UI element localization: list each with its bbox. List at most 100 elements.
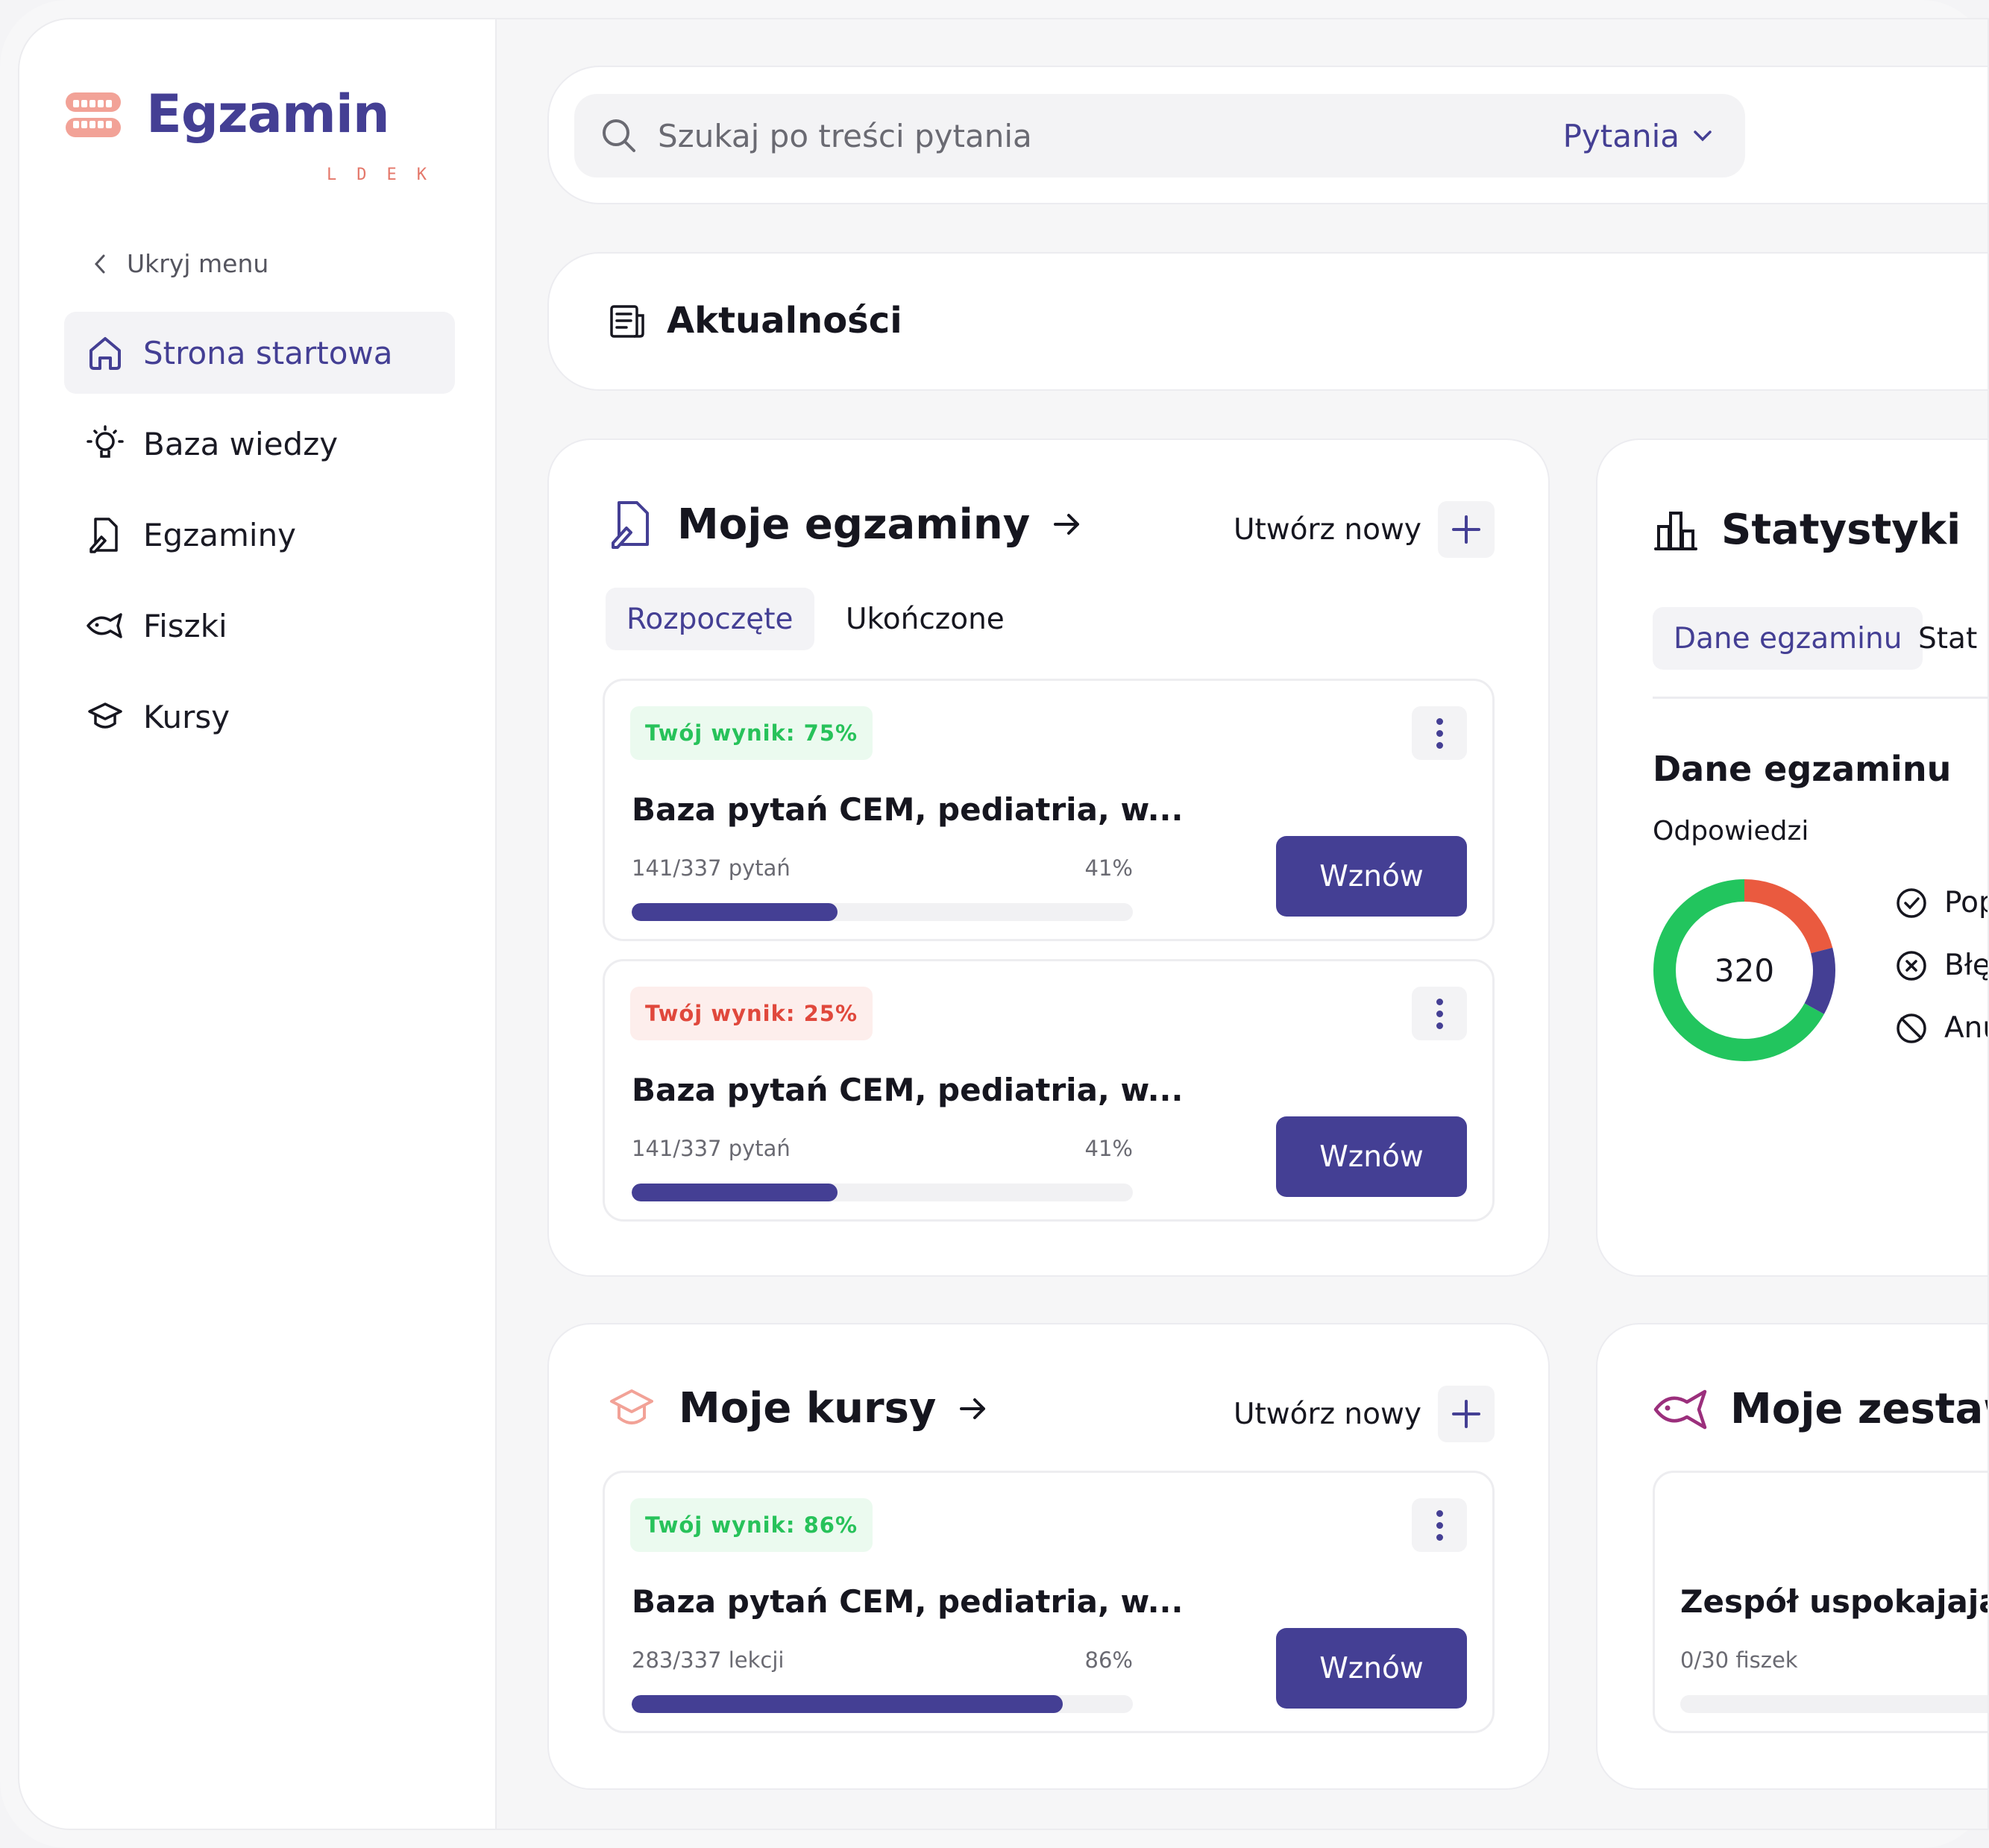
- progress-fill: [632, 903, 838, 921]
- sidebar-item-label: Egzaminy: [143, 516, 297, 553]
- legend-label: Błęd: [1944, 949, 1989, 982]
- legend-label: Popr: [1944, 886, 1988, 920]
- progress-percent: 41%: [1084, 855, 1133, 881]
- create-exam-label: Utwórz nowy: [1233, 512, 1421, 547]
- progress-count: 141/337 pytań: [632, 1136, 791, 1161]
- sidebar-item-flashcards[interactable]: Fiszki: [64, 585, 455, 667]
- search-scope-label: Pytania: [1562, 117, 1680, 154]
- create-course-label: Utwórz nowy: [1233, 1397, 1421, 1431]
- exam-data-title: Dane egzaminu: [1653, 749, 1952, 789]
- my-courses-title: Moje kursy: [679, 1384, 937, 1433]
- fish-icon: [1653, 1389, 1707, 1430]
- legend-correct: Popr: [1895, 886, 1988, 920]
- progress-count: 141/337 pytań: [632, 855, 791, 881]
- sidebar-item-label: Strona startowa: [143, 334, 393, 371]
- sidebar-item-home[interactable]: Strona startowa: [64, 312, 455, 394]
- chevron-down-icon: [1694, 131, 1712, 142]
- my-exams-header[interactable]: Moje egzaminy: [607, 498, 1082, 550]
- brand-sub: LDEK: [327, 166, 447, 184]
- score-badge: Twój wynik: 75%: [630, 706, 873, 760]
- sidebar-item-label: Baza wiedzy: [143, 425, 339, 462]
- create-exam-button[interactable]: Utwórz nowy: [1234, 501, 1495, 558]
- graduation-cap-icon: [610, 1389, 653, 1424]
- tab-started[interactable]: Rozpoczęte: [606, 588, 814, 650]
- progress-percent: 41%: [1084, 1136, 1133, 1161]
- tab-label: Ukończone: [846, 602, 1005, 636]
- resume-button[interactable]: Wznów: [1276, 1628, 1467, 1709]
- graduation-cap-icon: [88, 703, 122, 729]
- set-progress-count: 0/30 fiszek: [1680, 1647, 1798, 1673]
- tab-exam-data[interactable]: Dane egzaminu: [1653, 607, 1923, 670]
- answers-total: 320: [1714, 952, 1775, 989]
- sidebar-item-exams[interactable]: Egzaminy: [64, 494, 455, 576]
- exam-item[interactable]: Twój wynik: 25% Baza pytań CEM, pediatri…: [603, 959, 1495, 1222]
- progress-bar: [632, 1695, 1133, 1713]
- teeth-logo-icon: [66, 92, 121, 137]
- newspaper-icon: [610, 305, 644, 338]
- more-options-icon[interactable]: [1412, 1498, 1467, 1552]
- progress-count: 283/337 lekcji: [632, 1647, 785, 1673]
- fish-icon: [87, 613, 122, 638]
- exam-item[interactable]: Twój wynik: 75% Baza pytań CEM, pediatri…: [603, 679, 1495, 941]
- create-course-button[interactable]: Utwórz nowy: [1234, 1386, 1495, 1442]
- search-icon: [603, 119, 635, 152]
- set-title: Zespół uspokajając: [1680, 1583, 1989, 1620]
- exam-icon: [612, 501, 649, 549]
- statistics-card: Statystyki Dane egzaminu Stat Dane egzam…: [1596, 439, 1988, 1277]
- home-icon: [89, 337, 121, 370]
- sidebar: Egzamin LDEK Ukryj menu Strona startowa …: [19, 19, 497, 1829]
- sidebar-item-label: Fiszki: [143, 607, 227, 644]
- lightbulb-icon: [87, 425, 124, 458]
- ban-circle-icon: [1897, 1013, 1926, 1043]
- legend-cancelled: Anul: [1895, 1011, 1988, 1045]
- tab-statistics[interactable]: Stat: [1908, 607, 1988, 670]
- legend-wrong: Błęd: [1895, 949, 1989, 982]
- exam-title: Baza pytań CEM, pediatria, w...: [632, 791, 1184, 828]
- my-sets-header[interactable]: Moje zestaw: [1653, 1384, 1988, 1433]
- plus-icon: [1438, 501, 1495, 558]
- news-title: Aktualności: [667, 300, 902, 342]
- search-scope-dropdown[interactable]: Pytania: [1563, 118, 1714, 154]
- bar-chart-icon: [1654, 511, 1697, 550]
- arrow-right-icon: [960, 1398, 986, 1419]
- more-options-icon[interactable]: [1412, 706, 1467, 760]
- brand-logo[interactable]: Egzamin: [63, 88, 390, 142]
- hide-menu-button[interactable]: Ukryj menu: [92, 249, 268, 278]
- resume-button[interactable]: Wznów: [1276, 1116, 1467, 1197]
- my-courses-card: Moje kursy Utwórz nowy Twój wynik: 86% B…: [547, 1323, 1550, 1790]
- plus-icon: [1438, 1386, 1495, 1442]
- progress-bar: [632, 903, 1133, 921]
- exam-icon: [89, 518, 118, 553]
- my-courses-header[interactable]: Moje kursy: [607, 1384, 988, 1433]
- hide-menu-label: Ukryj menu: [127, 249, 269, 278]
- news-card[interactable]: Aktualności: [547, 252, 1988, 391]
- course-item[interactable]: Twój wynik: 86% Baza pytań CEM, pediatri…: [603, 1471, 1495, 1733]
- search-placeholder: Szukaj po treści pytania: [658, 117, 1032, 154]
- arrow-right-icon: [1054, 514, 1080, 535]
- progress-fill: [632, 1184, 838, 1201]
- answers-label: Odpowiedzi: [1653, 816, 1809, 846]
- exam-title: Baza pytań CEM, pediatria, w...: [632, 1072, 1184, 1108]
- my-exams-title: Moje egzaminy: [677, 500, 1031, 549]
- x-circle-icon: [1897, 950, 1926, 981]
- flashcard-set-item[interactable]: Zespół uspokajając 0/30 fiszek: [1653, 1471, 1989, 1733]
- progress-bar: [632, 1184, 1133, 1201]
- progress-fill: [632, 1695, 1063, 1713]
- my-sets-title: Moje zestaw: [1730, 1384, 1988, 1433]
- search-input[interactable]: Szukaj po treści pytania Pytania: [574, 94, 1745, 177]
- sidebar-item-knowledge-base[interactable]: Baza wiedzy: [64, 403, 455, 485]
- set-progress-bar: [1680, 1695, 1988, 1713]
- tab-label: Rozpoczęte: [626, 602, 794, 636]
- progress-percent: 86%: [1084, 1647, 1133, 1673]
- legend-label: Anul: [1944, 1011, 1988, 1045]
- sidebar-item-courses[interactable]: Kursy: [64, 676, 455, 758]
- more-options-icon[interactable]: [1412, 987, 1467, 1040]
- app-window: Egzamin LDEK Ukryj menu Strona startowa …: [18, 18, 1989, 1830]
- tab-label: Dane egzaminu: [1674, 621, 1902, 656]
- check-circle-icon: [1897, 887, 1926, 918]
- course-title: Baza pytań CEM, pediatria, w...: [632, 1583, 1184, 1620]
- statistics-title: Statystyki: [1721, 506, 1961, 554]
- tab-finished[interactable]: Ukończone: [825, 588, 1025, 650]
- tab-label: Stat: [1918, 621, 1978, 656]
- resume-button[interactable]: Wznów: [1276, 836, 1467, 917]
